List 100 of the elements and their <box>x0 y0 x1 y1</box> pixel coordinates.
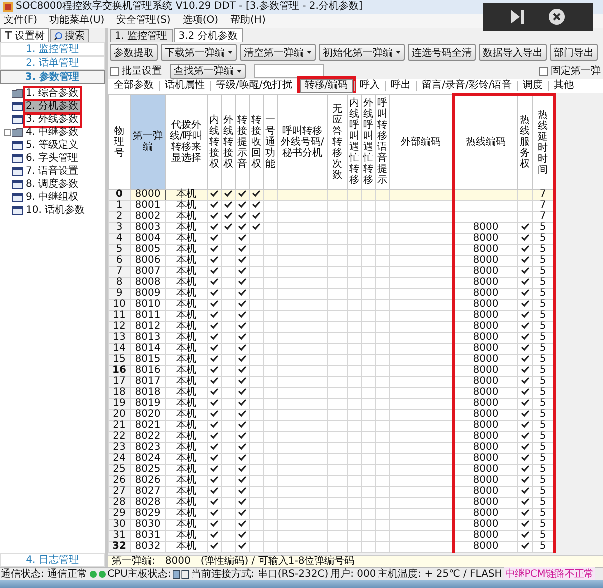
find-button[interactable]: 查找第一弹编 <box>170 64 246 78</box>
tree-item[interactable]: 3. 外线参数 <box>25 114 80 126</box>
toolbar-button[interactable]: 部门导出 <box>550 44 598 61</box>
extension-number-cell: 8003 <box>130 222 166 234</box>
menu-item[interactable]: 安全管理(S) <box>116 14 171 28</box>
extension-number-cell: 8029 <box>130 508 166 520</box>
hint-text: (弹性编码) / 可输入1-8位弹编号码 <box>200 556 355 567</box>
filter-tab[interactable]: 呼入 <box>356 80 384 92</box>
table-cell: 本机 <box>166 288 208 300</box>
filter-tab[interactable]: 话机属性 <box>161 80 209 92</box>
sidebar-tab[interactable]: 设置树 <box>0 28 49 42</box>
status-text: 通信状态: 通信正常 <box>1 568 88 580</box>
table-cell: 本机 <box>166 244 208 256</box>
hint-label: 第一弹编: <box>112 556 156 567</box>
filter-tab[interactable]: 呼出 <box>387 80 416 92</box>
toolbar-button[interactable]: 下载第一弹编 <box>161 44 237 61</box>
tree-item[interactable]: 10. 话机参数 <box>25 204 86 216</box>
row-number-cell: 2 <box>108 212 130 222</box>
tree-item[interactable]: 8. 调度参数 <box>25 178 80 190</box>
nav-group-button[interactable]: 4. 日志管理 <box>0 553 105 567</box>
filter-tab[interactable]: 全部参数 <box>110 80 158 92</box>
document-tab[interactable]: 3.2 分机参数 <box>174 28 243 42</box>
app-icon <box>3 2 13 12</box>
tree-item[interactable]: 1. 综合参数 <box>25 88 80 100</box>
close-icon[interactable] <box>549 9 565 25</box>
table-cell: 本机 <box>166 530 208 542</box>
tree-item[interactable]: 2. 分机参数 <box>25 100 80 112</box>
row-number-cell: 19 <box>108 398 130 410</box>
table-icon <box>12 193 23 202</box>
sidebar-tab[interactable]: 搜索 <box>50 29 89 42</box>
status-text: 用户: 000 <box>330 568 376 580</box>
toolbar-button[interactable]: 参数提取 <box>110 44 158 61</box>
filter-tab[interactable]: 转移/编码 <box>300 79 354 93</box>
toolbar-button[interactable]: 初始化第一弹编 <box>319 44 405 61</box>
column-header[interactable]: 代拨外线/呼叫转移来显选择 <box>166 94 208 190</box>
hotline-cell: 8000 <box>454 288 518 300</box>
hotline-cell: 8000 <box>454 244 518 256</box>
column-header[interactable]: 呼叫转移语音提示 <box>376 94 390 190</box>
column-header[interactable]: 内线呼叫遇忙转移 <box>348 94 362 190</box>
menu-item[interactable]: 文件(F) <box>4 14 38 28</box>
hotline-cell: 8000 <box>454 520 518 530</box>
column-header[interactable]: 内线转接权 <box>208 94 222 190</box>
hotline-cell: 8000 <box>454 464 518 476</box>
table-cell: 本机 <box>166 442 208 454</box>
row-number-cell: 24 <box>108 454 130 464</box>
column-header[interactable]: 一号通功能 <box>264 94 278 190</box>
expand-icon[interactable] <box>4 129 11 136</box>
column-header[interactable]: 热线编码 <box>454 94 518 190</box>
menu-item[interactable]: 选项(O) <box>182 14 219 28</box>
tab-label: 设置树 <box>15 30 45 42</box>
nav-group-button[interactable]: 2. 话单管理 <box>0 56 105 70</box>
hotline-cell: 8000 <box>454 410 518 420</box>
tree-item[interactable]: 9. 中继组权 <box>25 192 80 204</box>
step-icon[interactable] <box>511 10 527 24</box>
column-header[interactable]: 转接收回权 <box>250 94 264 190</box>
column-header[interactable]: 外线呼叫遇忙转移 <box>362 94 376 190</box>
tree-item[interactable]: 6. 字头管理 <box>25 152 80 164</box>
column-header[interactable]: 外线转接权 <box>222 94 236 190</box>
row-number-cell: 31 <box>108 530 130 542</box>
row-number-cell: 17 <box>108 376 130 388</box>
toolbar-button[interactable]: 数据导入导出 <box>479 44 547 61</box>
hotline-cell: 8000 <box>454 420 518 432</box>
search-field[interactable] <box>254 64 324 78</box>
tree-item[interactable]: 5. 等级定义 <box>25 140 80 152</box>
column-header[interactable]: 转接提示音 <box>236 94 250 190</box>
table-icon <box>12 180 23 189</box>
column-header[interactable]: 无应答转移次数 <box>328 94 348 190</box>
menu-item[interactable]: 帮助(H) <box>230 14 266 28</box>
table-cell: 本机 <box>166 410 208 420</box>
row-number-cell: 23 <box>108 442 130 454</box>
column-header[interactable]: 热线服务权 <box>518 94 532 190</box>
row-number-cell: 25 <box>108 464 130 476</box>
column-header[interactable]: 物理号 <box>108 94 130 190</box>
column-header[interactable]: 外部编码 <box>390 94 454 190</box>
toolbar-button[interactable]: 连选号码全清 <box>408 44 476 61</box>
hotline-cell: 8000 <box>454 234 518 244</box>
nav-group-button[interactable]: 3. 参数管理 <box>0 70 105 84</box>
document-tab[interactable]: 1. 监控管理 <box>110 29 173 42</box>
tree-item[interactable]: 4. 中继参数 <box>25 126 80 138</box>
window-title: SOC8000程控数字交换机管理系统 V10.29 DDT - [3.参数管理 - 2.分机参数] <box>16 0 363 14</box>
extension-number-cell: 8018 <box>130 388 166 398</box>
menu-item[interactable]: 功能菜单(U) <box>50 14 105 28</box>
hotline-cell: 8000 <box>454 486 518 498</box>
batch-checkbox[interactable]: 批量设置 <box>110 64 162 78</box>
hotline-cell: 8000 <box>454 442 518 454</box>
fixed-checkbox[interactable]: 固定第一弹 <box>539 64 601 78</box>
column-header[interactable]: 呼叫转移外线号码/秘书分机 <box>278 94 328 190</box>
extension-number-cell: 8031 <box>130 530 166 542</box>
filter-tab[interactable]: 其他 <box>550 80 578 92</box>
toolbar-button[interactable]: 清空第一弹编 <box>240 44 316 61</box>
tree-icon <box>4 31 13 40</box>
column-header[interactable]: 第一弹编 <box>130 94 166 190</box>
filter-tab[interactable]: 等级/唤醒/免打扰 <box>212 80 297 92</box>
filter-tab[interactable]: 留言/录音/彩铃/语音 <box>418 80 516 92</box>
row-number-cell: 20 <box>108 410 130 420</box>
nav-group-button[interactable]: 1. 监控管理 <box>0 42 105 56</box>
column-header[interactable]: 热线延时时间 <box>532 94 554 190</box>
tab-label: 搜索 <box>65 30 85 43</box>
filter-tab[interactable]: 调度 <box>519 80 548 92</box>
tree-item[interactable]: 7. 语音设置 <box>25 166 80 178</box>
